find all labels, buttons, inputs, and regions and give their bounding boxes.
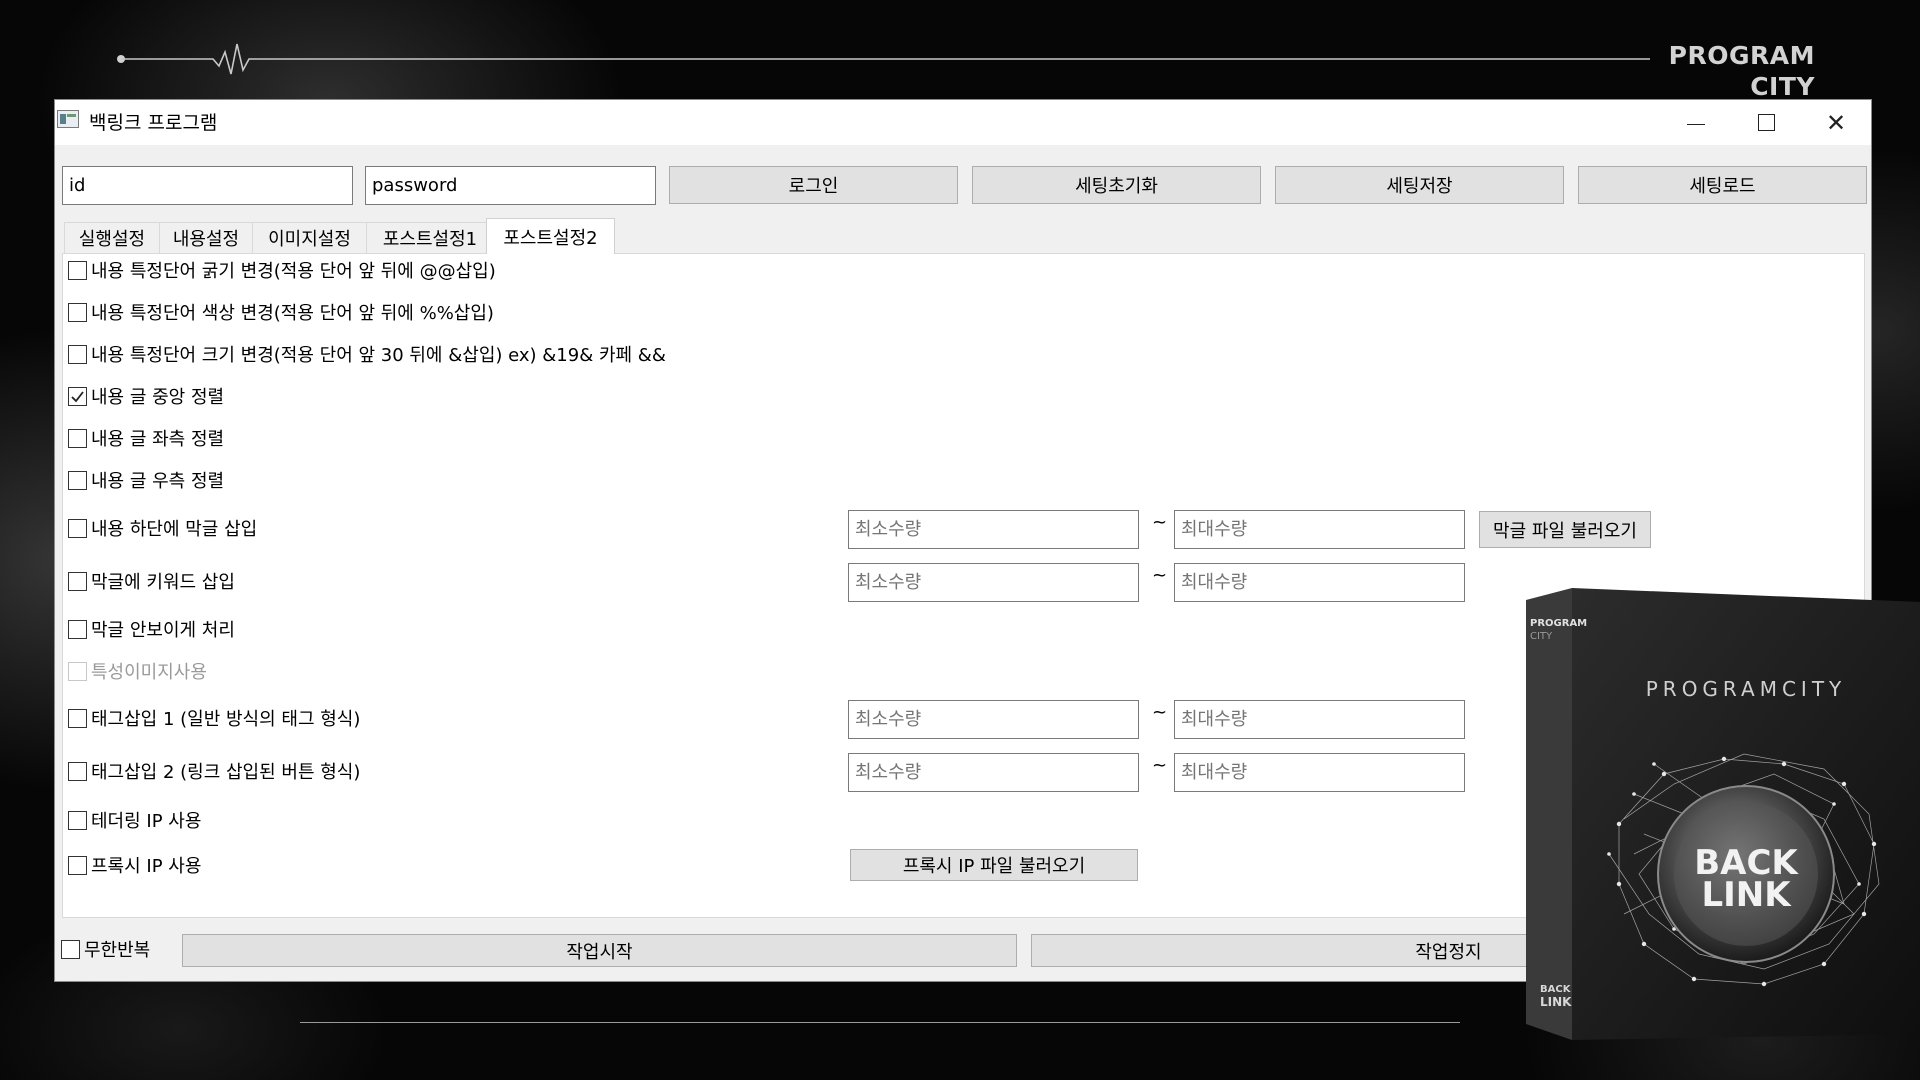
- option-left-align[interactable]: 내용 글 좌측 정렬: [68, 426, 224, 450]
- option-tag-insert-2[interactable]: 태그삽입 2 (링크 삽입된 버튼 형식): [68, 759, 360, 783]
- maximize-button[interactable]: [1731, 100, 1801, 145]
- box-side-logo1: BACK: [1540, 984, 1572, 995]
- tab-post-settings-2[interactable]: 포스트설정2: [486, 218, 615, 254]
- password-input[interactable]: [365, 166, 656, 205]
- product-box-image: PROGRAMCITY BACK LINK PROGRAM CITY BACK …: [1526, 588, 1920, 1040]
- brand-logo: PROGRAM CITY: [1669, 40, 1815, 102]
- option-color-keyword[interactable]: 내용 특정단어 색상 변경(적용 단어 앞 뒤에 %%삽입): [68, 300, 494, 324]
- option-label: 테더링 IP 사용: [91, 811, 202, 832]
- close-button[interactable]: ✕: [1801, 100, 1871, 145]
- checkbox-icon[interactable]: [68, 344, 87, 364]
- title-bar[interactable]: 백링크 프로그램 ✕: [55, 100, 1871, 145]
- brand-line2: CITY: [1750, 72, 1815, 101]
- range-separator: ~: [1152, 755, 1168, 776]
- option-keyword-in-filler[interactable]: 막글에 키워드 삽입: [68, 569, 235, 593]
- option-hide-filler[interactable]: 막글 안보이게 처리: [68, 617, 235, 641]
- checkbox-icon[interactable]: [68, 855, 87, 875]
- range-separator: ~: [1152, 565, 1168, 586]
- tag2-max-input[interactable]: [1174, 753, 1465, 792]
- checkmark-icon: [71, 390, 84, 402]
- option-label: 막글에 키워드 삽입: [91, 572, 235, 593]
- checkbox-icon[interactable]: [68, 810, 87, 830]
- infinite-repeat-option[interactable]: 무한반복: [61, 937, 150, 961]
- start-button[interactable]: 작업시작: [182, 934, 1017, 967]
- brand-line1: PROGRAM: [1668, 41, 1815, 70]
- option-label: 특성이미지사용: [91, 662, 207, 683]
- checkbox-icon[interactable]: [68, 260, 87, 280]
- option-label: 태그삽입 1 (일반 방식의 태그 형식): [91, 709, 361, 730]
- app-icon: [57, 110, 79, 128]
- option-label: 프록시 IP 사용: [91, 856, 202, 877]
- option-proxy-ip[interactable]: 프록시 IP 사용: [68, 853, 201, 877]
- heartbeat-line-decoration: [117, 43, 1650, 75]
- save-settings-button[interactable]: 세팅저장: [1275, 166, 1564, 204]
- tab-run-settings[interactable]: 실행설정: [64, 222, 160, 253]
- reset-settings-button[interactable]: 세팅초기화: [972, 166, 1261, 204]
- load-filler-file-button[interactable]: 막글 파일 불러오기: [1479, 511, 1651, 548]
- checkbox-icon[interactable]: [68, 518, 87, 538]
- option-label: 내용 특정단어 색상 변경(적용 단어 앞 뒤에 %%삽입): [91, 303, 494, 324]
- tab-content-settings[interactable]: 내용설정: [159, 222, 253, 253]
- login-button[interactable]: 로그인: [669, 166, 958, 204]
- option-featured-image: 특성이미지사용: [68, 659, 207, 683]
- filler-keyword-min-input[interactable]: [848, 563, 1139, 602]
- box-side-logo2: LINK: [1540, 995, 1572, 1009]
- option-label: 내용 글 우측 정렬: [91, 471, 225, 492]
- checkbox-icon[interactable]: [61, 939, 80, 959]
- box-side-line2: CITY: [1530, 631, 1553, 642]
- option-tag-insert-1[interactable]: 태그삽입 1 (일반 방식의 태그 형식): [68, 706, 360, 730]
- option-label: 내용 하단에 막글 삽입: [91, 519, 258, 540]
- tag2-min-input[interactable]: [848, 753, 1139, 792]
- id-input[interactable]: [62, 166, 353, 205]
- tag1-min-input[interactable]: [848, 700, 1139, 739]
- filler-keyword-max-input[interactable]: [1174, 563, 1465, 602]
- checkbox-icon[interactable]: [68, 761, 87, 781]
- filler-max-input[interactable]: [1174, 510, 1465, 549]
- tab-image-settings[interactable]: 이미지설정: [252, 222, 367, 253]
- filler-min-input[interactable]: [848, 510, 1139, 549]
- checkbox-icon[interactable]: [68, 619, 87, 639]
- tab-post-settings-1[interactable]: 포스트설정1: [366, 222, 494, 253]
- minimize-button[interactable]: [1661, 100, 1731, 145]
- box-front-brand: PROGRAMCITY: [1646, 677, 1847, 701]
- bottom-line-decoration: [300, 1022, 1460, 1023]
- box-logo-line2: LINK: [1701, 875, 1792, 915]
- box-side-line1: PROGRAM: [1530, 618, 1587, 629]
- option-label: 태그삽입 2 (링크 삽입된 버튼 형식): [91, 762, 361, 783]
- checkbox-icon[interactable]: [68, 302, 87, 322]
- checkbox-icon[interactable]: [68, 470, 87, 490]
- maximize-icon: [1757, 114, 1775, 131]
- checkbox-icon[interactable]: [68, 428, 87, 448]
- option-label: 내용 글 중앙 정렬: [91, 387, 225, 408]
- tag1-max-input[interactable]: [1174, 700, 1465, 739]
- range-separator: ~: [1152, 512, 1168, 533]
- infinite-repeat-label: 무한반복: [84, 940, 151, 961]
- option-label: 막글 안보이게 처리: [91, 620, 235, 641]
- checkbox-icon[interactable]: [68, 571, 87, 591]
- load-settings-button[interactable]: 세팅로드: [1578, 166, 1867, 204]
- option-tethering-ip[interactable]: 테더링 IP 사용: [68, 808, 201, 832]
- option-label: 내용 글 좌측 정렬: [91, 429, 225, 450]
- minimize-icon: [1687, 123, 1705, 126]
- window-title: 백링크 프로그램: [89, 112, 218, 134]
- option-label: 내용 특정단어 크기 변경(적용 단어 앞 30 뒤에 &삽입) ex) &19…: [91, 345, 666, 366]
- checkbox-icon[interactable]: [68, 386, 87, 406]
- option-center-align[interactable]: 내용 글 중앙 정렬: [68, 384, 224, 408]
- option-insert-filler[interactable]: 내용 하단에 막글 삽입: [68, 516, 257, 540]
- range-separator: ~: [1152, 702, 1168, 723]
- load-proxy-file-button[interactable]: 프록시 IP 파일 불러오기: [850, 849, 1138, 881]
- checkbox-icon[interactable]: [68, 708, 87, 728]
- close-icon: ✕: [1825, 108, 1847, 137]
- option-right-align[interactable]: 내용 글 우측 정렬: [68, 468, 224, 492]
- checkbox-icon: [68, 661, 87, 681]
- option-label: 내용 특정단어 굵기 변경(적용 단어 앞 뒤에 @@삽입): [91, 261, 496, 282]
- option-size-keyword[interactable]: 내용 특정단어 크기 변경(적용 단어 앞 30 뒤에 &삽입) ex) &19…: [68, 342, 666, 366]
- option-bold-keyword[interactable]: 내용 특정단어 굵기 변경(적용 단어 앞 뒤에 @@삽입): [68, 258, 496, 282]
